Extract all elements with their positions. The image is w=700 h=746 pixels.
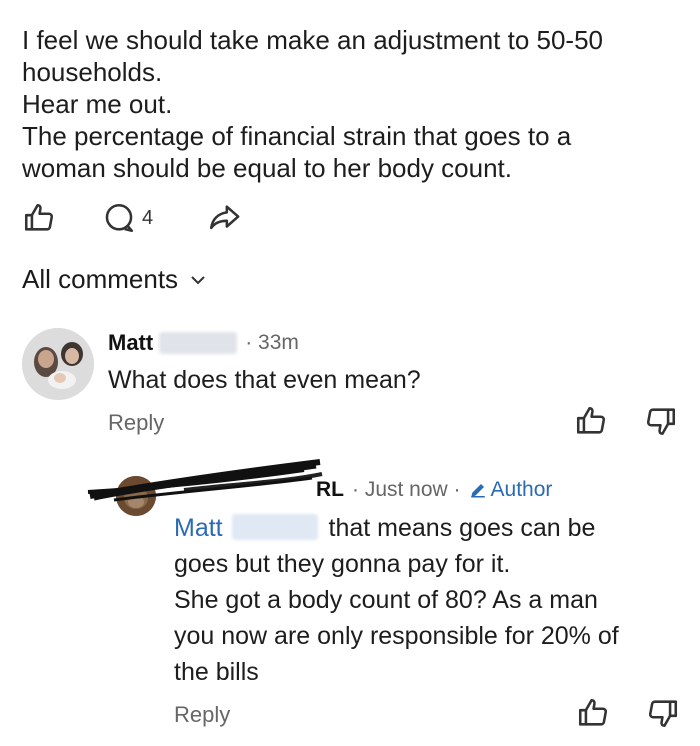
comment-line: that means goes can be xyxy=(328,514,596,542)
post-line: The percentage of financial strain that … xyxy=(22,121,572,151)
thumbs-down-icon xyxy=(648,700,678,728)
avatar-photo-icon xyxy=(22,328,94,400)
author-badge-label: Author xyxy=(490,478,553,501)
comment-body: What does that even mean? xyxy=(108,366,421,394)
thumbs-up-icon xyxy=(578,698,608,726)
all-comments-label: All comments xyxy=(22,264,179,294)
comment-line: goes but they gonna pay for it. xyxy=(174,550,511,578)
comment-header: RL · Just now · Author xyxy=(316,478,552,502)
post-text: I feel we should take make an adjustment… xyxy=(22,24,682,184)
comment-dislike-button[interactable] xyxy=(646,696,680,735)
comment-button[interactable]: 4 xyxy=(102,198,153,238)
like-button[interactable] xyxy=(22,198,56,238)
comment-like-button[interactable] xyxy=(574,404,608,443)
chevron-down-icon xyxy=(191,275,205,284)
author-badge: Author xyxy=(469,478,553,502)
post-line: households. xyxy=(22,57,163,87)
mention-link[interactable]: Matt xyxy=(174,514,223,542)
comment-header: Matt · 33m xyxy=(108,330,299,356)
redacted-name xyxy=(231,514,318,540)
thumbs-up-icon xyxy=(24,203,54,231)
redacted-name xyxy=(159,332,238,354)
comment-timestamp: · 33m xyxy=(245,331,299,354)
comment-author-name[interactable]: Matt xyxy=(108,330,153,356)
comment-bubble-icon xyxy=(105,203,134,233)
pencil-icon xyxy=(470,484,485,498)
post-actions: 4 xyxy=(22,198,422,238)
redaction-scribble xyxy=(87,459,323,502)
comment-line: She got a body count of 80? As a man xyxy=(174,586,598,614)
comment-body: Matt that means goes can be goes but the… xyxy=(174,510,674,690)
comment-dislike-button[interactable] xyxy=(644,404,678,443)
share-button[interactable] xyxy=(206,198,242,238)
comment-count: 4 xyxy=(142,206,154,229)
thumbs-up-icon xyxy=(576,406,606,434)
reply-button[interactable]: Reply xyxy=(108,410,164,436)
comment-like-button[interactable] xyxy=(576,696,610,735)
avatar[interactable] xyxy=(22,328,94,400)
reply-button[interactable]: Reply xyxy=(174,702,230,728)
post-line: Hear me out. xyxy=(22,89,173,119)
comment-author-name[interactable]: RL xyxy=(316,478,344,502)
all-comments-toggle[interactable]: All comments xyxy=(22,264,206,295)
comment-line: the bills xyxy=(174,658,259,686)
share-arrow-icon xyxy=(209,205,240,230)
comment-timestamp: · Just now · xyxy=(352,478,461,501)
post-line: I feel we should take make an adjustment… xyxy=(22,25,604,55)
post-line: woman should be equal to her body count. xyxy=(22,153,513,183)
comment-line: you now are only responsible for 20% of xyxy=(174,622,619,650)
thumbs-down-icon xyxy=(646,408,676,436)
